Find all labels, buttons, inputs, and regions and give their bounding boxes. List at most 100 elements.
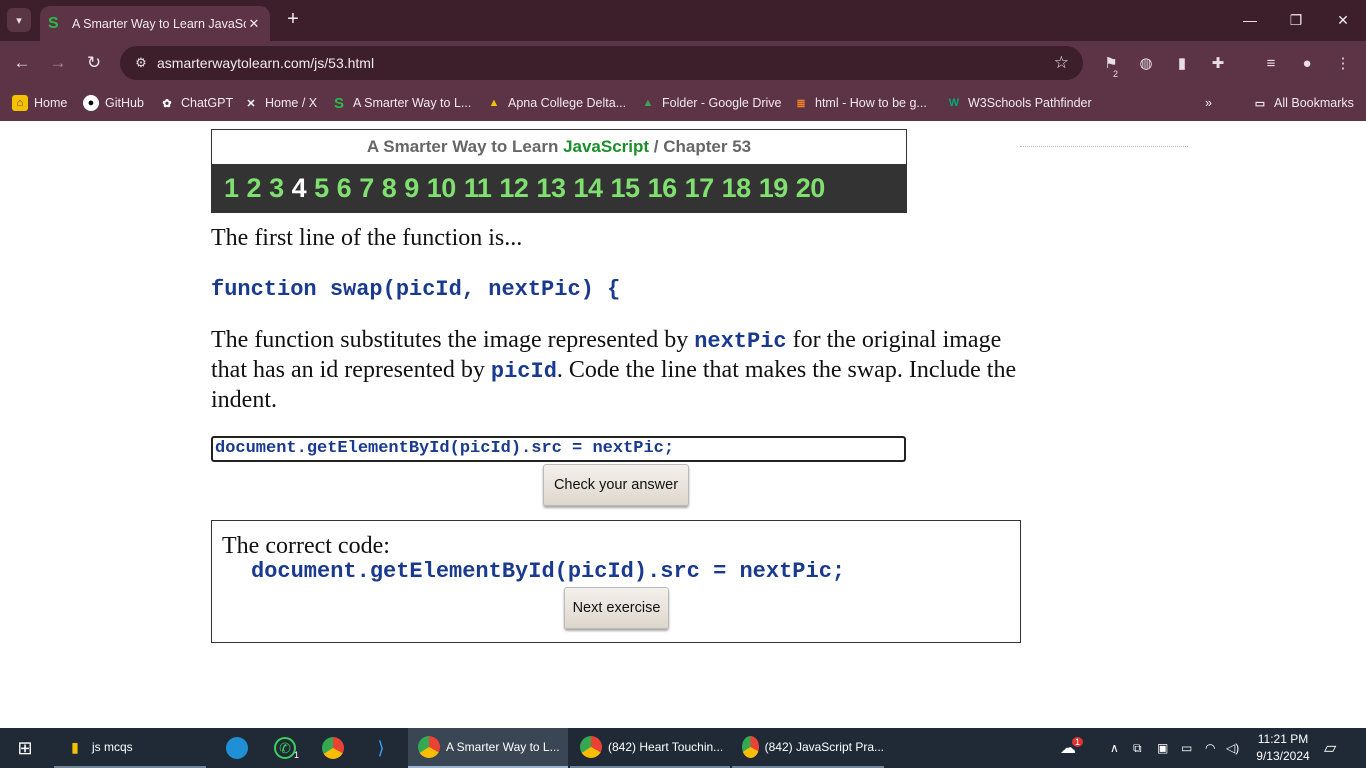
- active-tab[interactable]: S A Smarter Way to Learn JavaScri ✕: [40, 6, 270, 41]
- chapter-link-15[interactable]: 15: [611, 173, 641, 204]
- chapter-link-16[interactable]: 16: [648, 173, 678, 204]
- tab-search-button[interactable]: ▾: [7, 8, 31, 32]
- chapter-link-9[interactable]: 9: [404, 173, 419, 204]
- chapter-link-8[interactable]: 8: [382, 173, 397, 204]
- question-text: The function substitutes the image repre…: [211, 326, 1026, 415]
- bookmark-home[interactable]: ⌂ Home: [12, 92, 67, 114]
- chapter-link-2[interactable]: 2: [247, 173, 262, 204]
- bookmark-label: Apna College Delta...: [508, 96, 627, 110]
- address-bar[interactable]: ⚙ asmarterwaytolearn.com/js/53.html ☆: [120, 46, 1083, 80]
- weather-icon[interactable]: ☁ 1: [1060, 728, 1084, 768]
- github-icon: ●: [83, 95, 99, 111]
- chapter-link-19[interactable]: 19: [759, 173, 789, 204]
- taskbar: ⊞ ▮ js mcqs ✆ 1 ⟩ A Smarter Way to L... (8…: [0, 728, 1366, 768]
- question-code: picId: [490, 359, 557, 384]
- bookmark-label: Home / X: [265, 96, 318, 110]
- title-javascript: JavaScript: [563, 137, 650, 156]
- chrome-icon: [418, 736, 440, 758]
- bookmark-x[interactable]: ✕ Home / X: [243, 92, 317, 114]
- bookmark-label: A Smarter Way to L...: [353, 96, 472, 110]
- bookmark-w3schools[interactable]: W W3Schools Pathfinder: [946, 92, 1092, 114]
- chapter-link-13[interactable]: 13: [536, 173, 566, 204]
- chapter-link-17[interactable]: 17: [685, 173, 715, 204]
- tab-title: A Smarter Way to Learn JavaScri: [72, 16, 246, 31]
- extension-badge: 2: [1113, 69, 1119, 79]
- wifi-icon[interactable]: ◠: [1205, 728, 1215, 768]
- puzzle-icon[interactable]: ✚: [1207, 53, 1229, 75]
- chapter-link-12[interactable]: 12: [499, 173, 529, 204]
- chapter-header: A Smarter Way to Learn JavaScript / Chap…: [211, 129, 907, 213]
- chapter-link-14[interactable]: 14: [573, 173, 603, 204]
- chapter-link-3[interactable]: 3: [269, 173, 284, 204]
- bookmark-stackoverflow[interactable]: ≣ html - How to be g...: [793, 92, 926, 114]
- chapter-link-10[interactable]: 10: [427, 173, 457, 204]
- taskbar-explorer[interactable]: ▮ js mcqs: [54, 728, 206, 768]
- title-separator: /: [649, 137, 664, 156]
- bookmark-chatgpt[interactable]: ✿ ChatGPT: [159, 92, 233, 114]
- meet-icon[interactable]: ⧉: [1133, 728, 1142, 768]
- new-tab-button[interactable]: +: [282, 8, 304, 30]
- chapter-link-7[interactable]: 7: [359, 173, 374, 204]
- site-settings-icon[interactable]: ⚙: [126, 55, 156, 71]
- title-chapter: Chapter 53: [663, 137, 752, 156]
- minimize-button[interactable]: —: [1227, 8, 1273, 32]
- forward-arrow-icon[interactable]: →: [46, 51, 70, 75]
- chapter-link-4[interactable]: 4: [292, 173, 307, 204]
- back-arrow-icon[interactable]: ←: [10, 51, 34, 75]
- taskbar-chrome[interactable]: [312, 728, 352, 768]
- reload-icon[interactable]: ↻: [82, 51, 106, 75]
- chapter-link-20[interactable]: 20: [796, 173, 826, 204]
- taskbar-chrome-window-3[interactable]: (842) JavaScript Pra...: [732, 728, 884, 768]
- taskbar-chrome-window-1[interactable]: A Smarter Way to L...: [408, 728, 568, 768]
- bookmark-label: ChatGPT: [181, 96, 234, 110]
- bookmark-smarter-way[interactable]: S A Smarter Way to L...: [331, 92, 471, 114]
- clock[interactable]: 11:21 PM 9/13/2024: [1248, 731, 1318, 765]
- w3schools-icon: W: [948, 97, 960, 109]
- check-answer-button[interactable]: Check your answer: [543, 464, 689, 506]
- chapter-link-5[interactable]: 5: [314, 173, 329, 204]
- extension-icon[interactable]: ⚑ 2: [1100, 53, 1122, 79]
- divider: [1020, 146, 1188, 147]
- chapter-link-18[interactable]: 18: [722, 173, 752, 204]
- correct-code: document.getElementById(picId).src = nex…: [251, 559, 846, 584]
- whatsapp-badge: 1: [294, 750, 300, 760]
- display-icon[interactable]: ▣: [1157, 728, 1168, 768]
- volume-icon[interactable]: ◁): [1226, 728, 1239, 768]
- bookmark-github[interactable]: ● GitHub: [83, 92, 144, 114]
- folder-icon: ▭: [1254, 97, 1266, 110]
- x-icon: ✕: [246, 97, 256, 110]
- all-bookmarks[interactable]: ▭ All Bookmarks: [1252, 92, 1354, 114]
- battery-icon[interactable]: ▭: [1181, 728, 1192, 768]
- taskbar-chrome-window-2[interactable]: (842) Heart Touchin...: [570, 728, 730, 768]
- taskbar-edge[interactable]: [216, 728, 256, 768]
- restore-button[interactable]: ❐: [1273, 8, 1319, 32]
- copy-icon[interactable]: ▮: [1171, 53, 1193, 75]
- bookmark-label: Home: [34, 96, 68, 110]
- bookmarks-overflow-icon[interactable]: »: [1205, 92, 1212, 114]
- bookmark-google-drive[interactable]: ▲ Folder - Google Drive: [640, 92, 782, 114]
- bookmark-apna-college[interactable]: ▲ Apna College Delta...: [486, 92, 627, 114]
- answer-input[interactable]: document.getElementById(picId).src = nex…: [211, 436, 906, 462]
- bookmark-label: GitHub: [105, 96, 144, 110]
- tray-chevron-up-icon[interactable]: ∧: [1110, 728, 1119, 768]
- chatgpt-icon: ✿: [162, 97, 172, 110]
- result-label: The correct code:: [222, 533, 390, 559]
- close-window-button[interactable]: ✕: [1320, 8, 1366, 32]
- start-button[interactable]: ⊞: [0, 728, 50, 768]
- question-part: The function substitutes the image repre…: [211, 327, 695, 353]
- taskbar-whatsapp[interactable]: ✆ 1: [264, 728, 304, 768]
- bookmark-star-icon[interactable]: ☆: [1054, 53, 1069, 73]
- media-icon[interactable]: ≡: [1260, 53, 1282, 75]
- notification-icon[interactable]: ▱: [1324, 728, 1336, 768]
- clock-time: 11:21 PM: [1257, 732, 1309, 746]
- menu-icon[interactable]: ⋮: [1332, 53, 1354, 75]
- next-exercise-button[interactable]: Next exercise: [564, 587, 669, 629]
- chapter-link-1[interactable]: 1: [224, 173, 239, 204]
- taskbar-vscode[interactable]: ⟩: [360, 728, 400, 768]
- chapter-link-11[interactable]: 11: [464, 173, 492, 204]
- chapter-link-6[interactable]: 6: [337, 173, 352, 204]
- globe-icon[interactable]: ◍: [1135, 53, 1157, 75]
- bookmark-label: W3Schools Pathfinder: [968, 96, 1092, 110]
- tab-close-icon[interactable]: ✕: [246, 16, 262, 32]
- avatar[interactable]: ●: [1296, 53, 1318, 75]
